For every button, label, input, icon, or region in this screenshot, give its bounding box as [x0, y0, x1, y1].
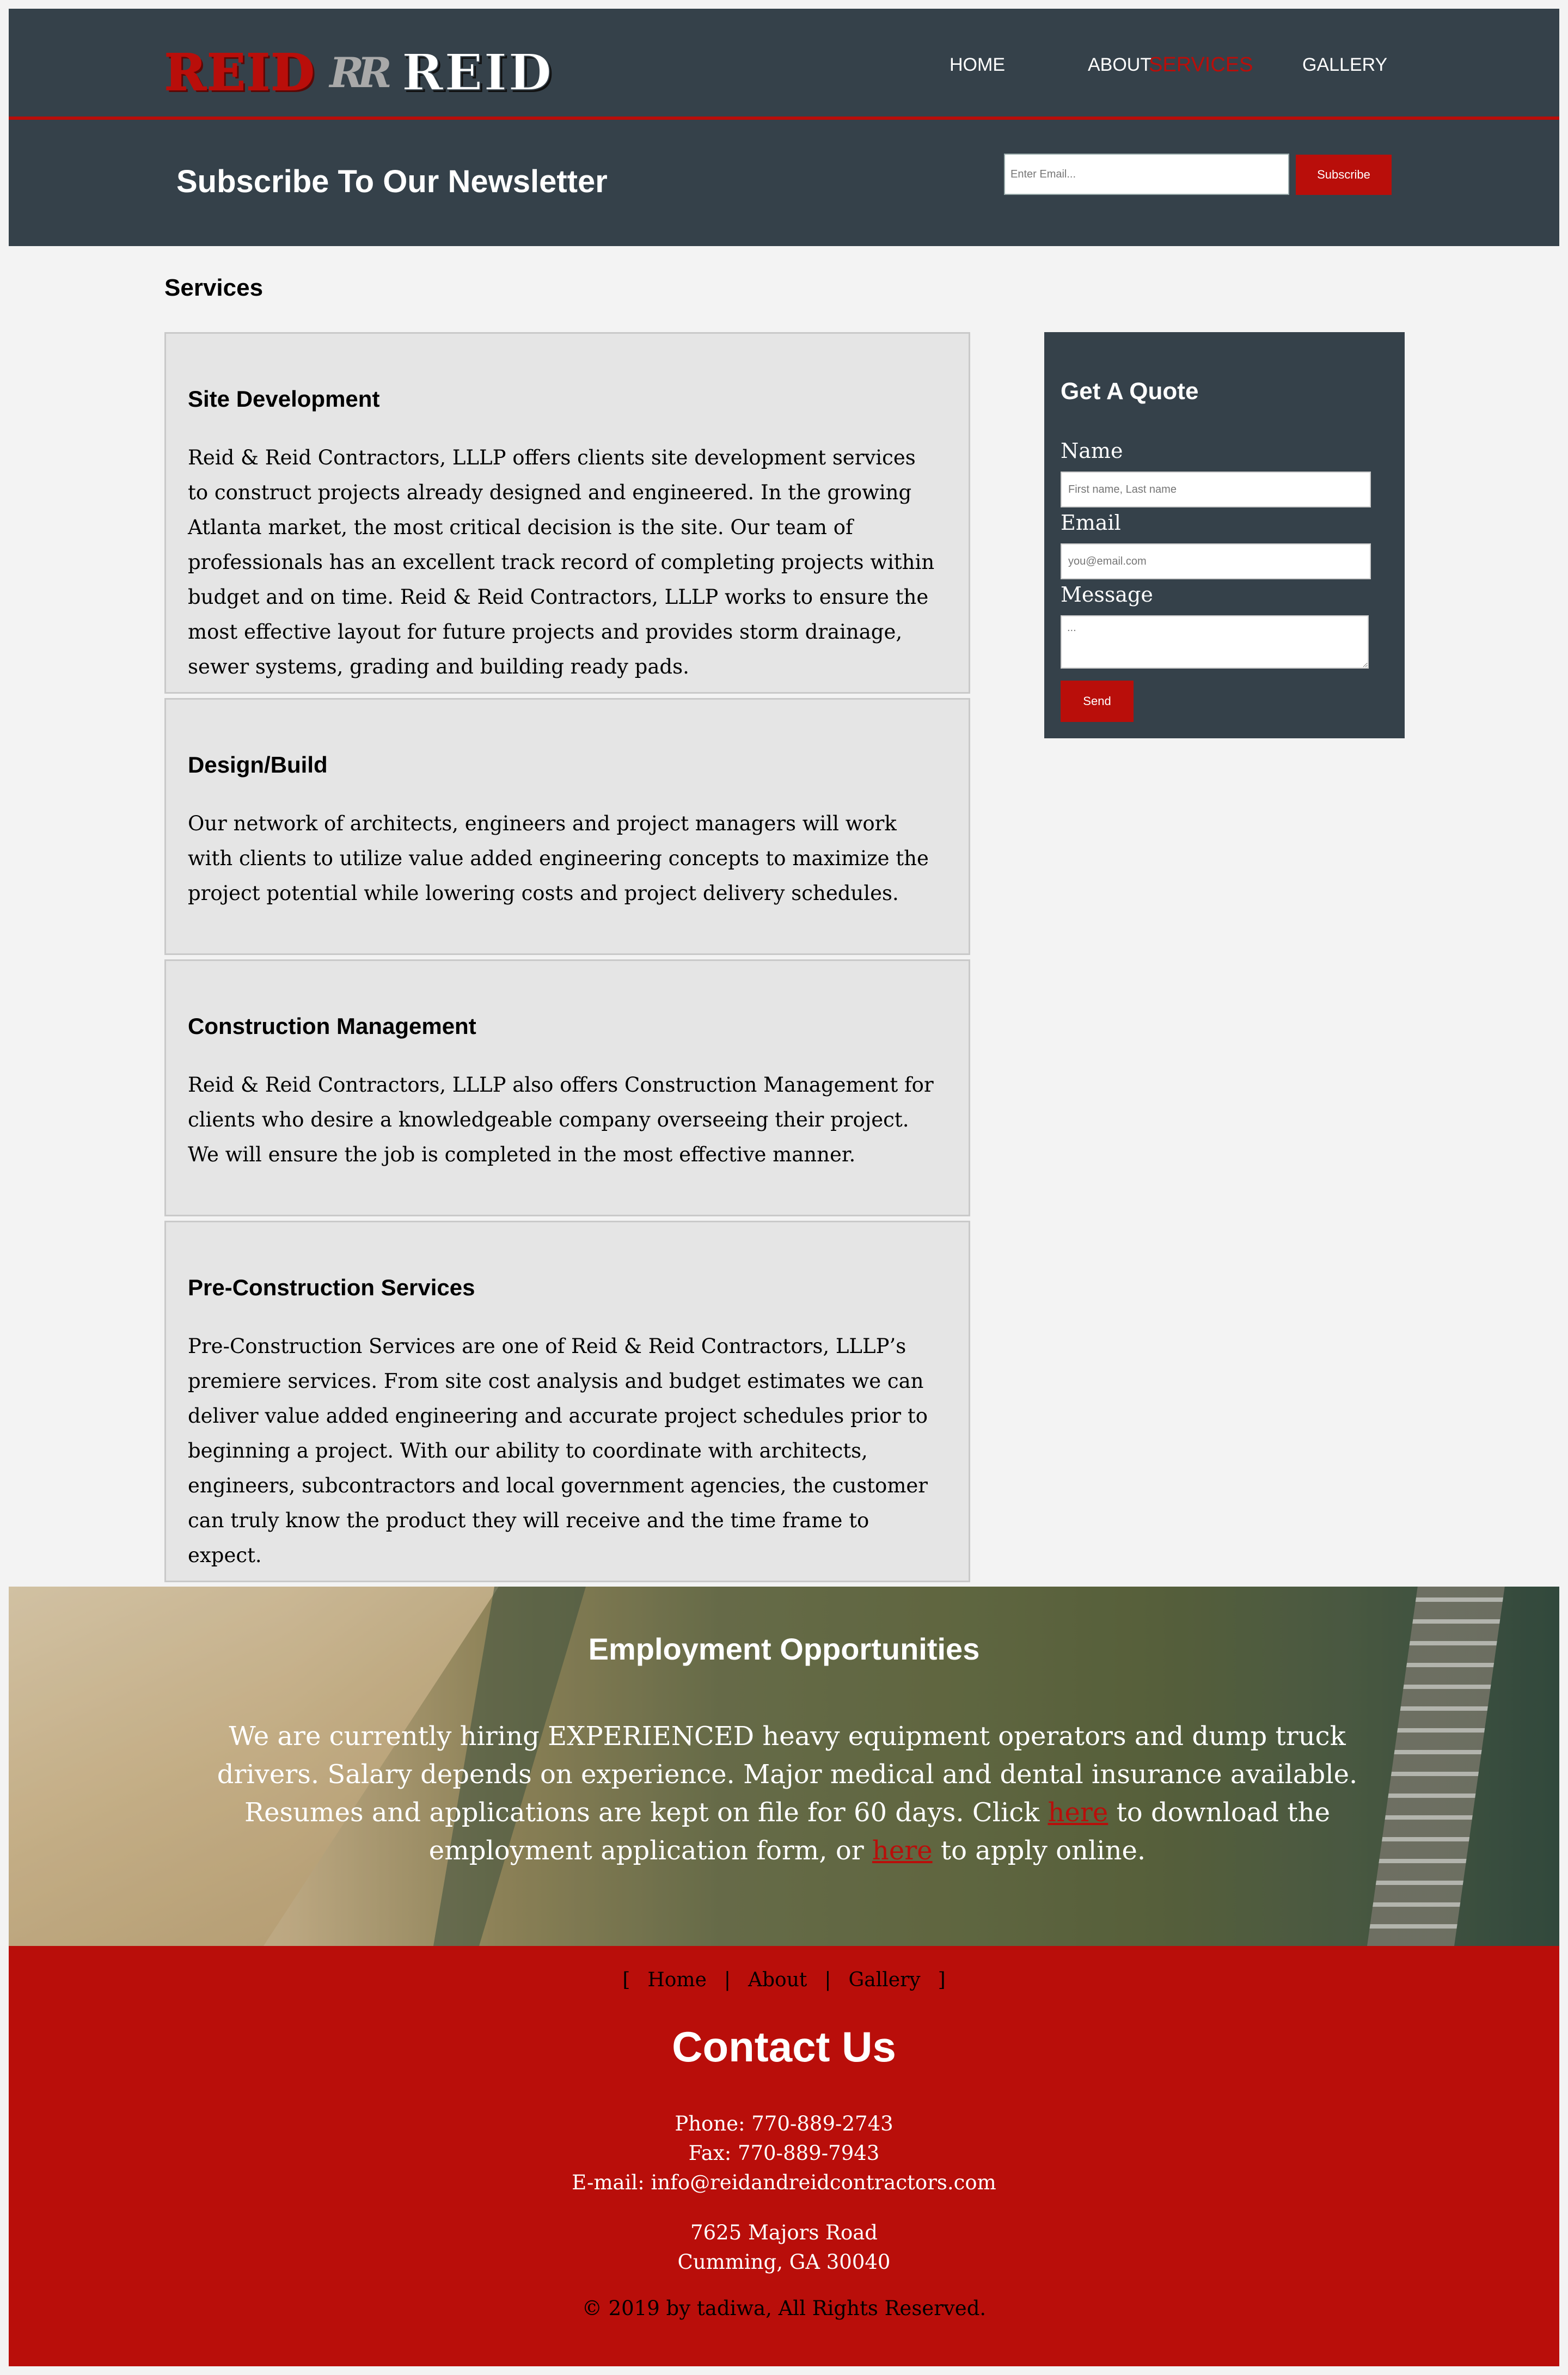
logo[interactable]: REID RR REID: [164, 42, 553, 102]
nav-about[interactable]: ABOUT: [1088, 54, 1152, 76]
employment-text: We are currently hiring EXPERIENCED heav…: [183, 1717, 1392, 1870]
footer-link-about[interactable]: About: [748, 1969, 807, 1991]
quote-form: Get A Quote Name Email Message Send: [1044, 332, 1405, 738]
contact-email[interactable]: E-mail: info@reidandreidcontractors.com: [9, 2168, 1559, 2198]
name-field[interactable]: [1061, 472, 1371, 507]
nav-home[interactable]: HOME: [950, 54, 1005, 76]
nav-gallery[interactable]: GALLERY: [1302, 54, 1387, 76]
logo-word-left: REID: [164, 42, 316, 102]
logo-word-right: REID: [401, 42, 553, 102]
contact-phone: Phone: 770-889-2743: [675, 2112, 893, 2135]
name-label: Name: [1061, 439, 1123, 463]
service-title: Site Development: [188, 386, 380, 412]
message-label: Message: [1061, 583, 1153, 607]
message-field[interactable]: [1061, 615, 1369, 669]
footer-nav: [ Home | About | Gallery]: [9, 1969, 1559, 1991]
employment-text-part: to apply online.: [932, 1835, 1146, 1866]
apply-online-link[interactable]: here: [872, 1835, 933, 1866]
email-field[interactable]: [1061, 543, 1371, 579]
service-card-construction-management: Construction Management Reid & Reid Cont…: [164, 959, 970, 1216]
email-label: Email: [1061, 511, 1121, 535]
nav-services[interactable]: SERVICES: [1149, 53, 1253, 77]
logo-monogram: RR: [329, 48, 391, 97]
copyright: © 2019 by tadiwa, All Rights Reserved.: [581, 2297, 987, 2320]
service-description: Our network of architects, engineers and…: [188, 812, 929, 905]
contact-address: 7625 Majors Road Cumming, GA 30040: [9, 2218, 1559, 2277]
employment-title: Employment Opportunities: [588, 1632, 980, 1666]
newsletter-title: Subscribe To Our Newsletter: [176, 164, 608, 199]
service-description: Reid & Reid Contractors, LLLP offers cli…: [188, 446, 935, 678]
contact-fax: Fax: 770-889-7943: [688, 2141, 880, 2165]
service-title: Pre-Construction Services: [188, 1275, 475, 1300]
page-title: Services: [164, 274, 264, 301]
footer-bracket-close: ]: [938, 1969, 946, 1991]
site-footer: [ Home | About | Gallery] Contact Us Phone: 7…: [9, 1946, 1559, 2366]
employment-banner: Employment Opportunities We are currentl…: [9, 1587, 1559, 1946]
service-description: Reid & Reid Contractors, LLLP also offer…: [188, 1073, 934, 1166]
newsletter-email-input[interactable]: [1004, 154, 1289, 195]
contact-details: Phone: 770-889-2743 Fax: 770-889-7943 E-…: [9, 2109, 1559, 2198]
send-button[interactable]: Send: [1061, 681, 1134, 722]
service-title: Construction Management: [188, 1013, 476, 1039]
service-description: Pre-Construction Services are one of Rei…: [188, 1335, 928, 1567]
service-title: Design/Build: [188, 752, 328, 778]
footer-bracket-open: [: [622, 1969, 630, 1991]
service-card-pre-construction: Pre-Construction Services Pre-Constructi…: [164, 1221, 970, 1582]
contact-title: Contact Us: [672, 2023, 896, 2071]
footer-separator: |: [724, 1969, 731, 1991]
quote-title: Get A Quote: [1061, 378, 1199, 405]
address-line-1: 7625 Majors Road: [690, 2221, 878, 2244]
service-card-design-build: Design/Build Our network of architects, …: [164, 698, 970, 955]
service-card-site-development: Site Development Reid & Reid Contractors…: [164, 332, 970, 694]
footer-separator: |: [824, 1969, 831, 1991]
subscribe-button[interactable]: Subscribe: [1296, 155, 1392, 195]
download-application-link[interactable]: here: [1048, 1797, 1108, 1828]
address-line-2: Cumming, GA 30040: [677, 2250, 891, 2274]
footer-link-home[interactable]: Home: [647, 1969, 707, 1991]
footer-link-gallery[interactable]: Gallery: [849, 1969, 921, 1991]
